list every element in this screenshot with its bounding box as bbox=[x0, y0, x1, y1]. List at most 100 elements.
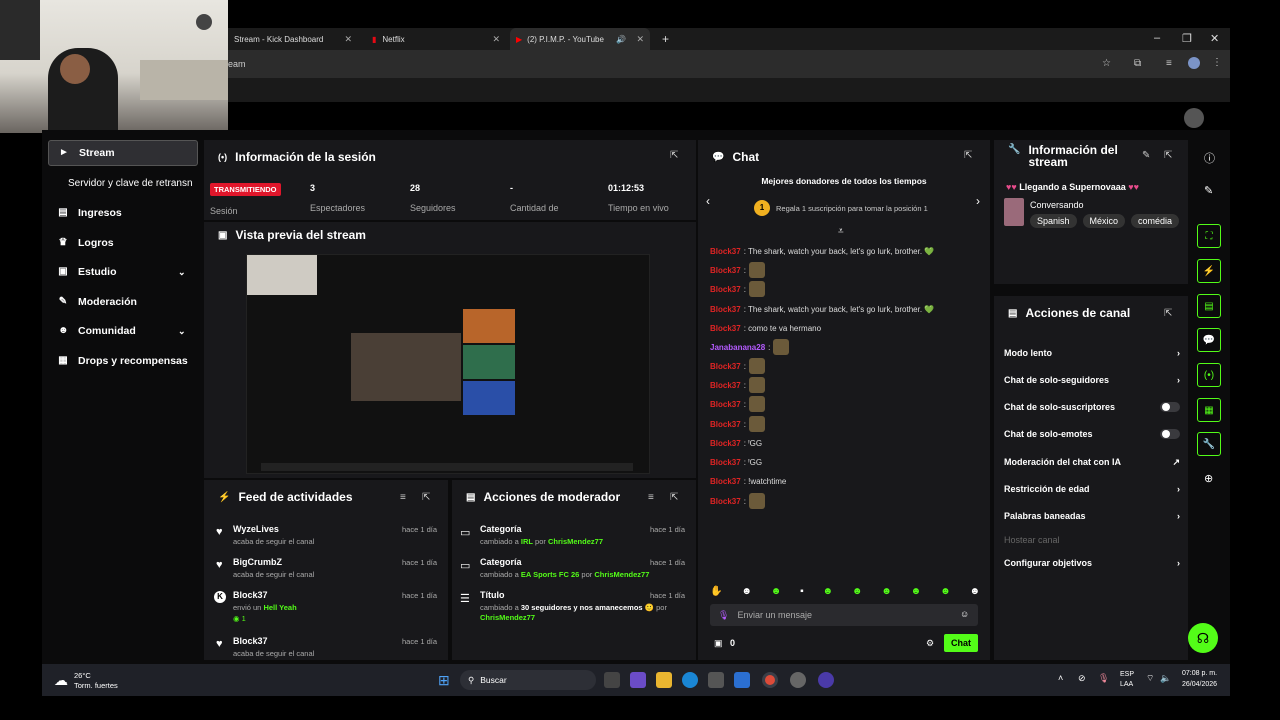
chat-username[interactable]: Janabanana28 bbox=[710, 343, 765, 352]
emote-icon[interactable]: ☻ bbox=[823, 586, 834, 600]
info-icon[interactable]: ⓘ bbox=[1204, 150, 1215, 166]
stream-preview-video[interactable] bbox=[246, 254, 650, 474]
popout-icon[interactable]: ⇱ bbox=[422, 492, 430, 503]
close-icon[interactable]: ✕ bbox=[636, 34, 644, 45]
app-icon[interactable] bbox=[818, 672, 834, 688]
chat-username[interactable]: Block37 bbox=[710, 381, 741, 390]
chat-username[interactable]: Block37 bbox=[710, 324, 741, 333]
task-view-icon[interactable] bbox=[604, 672, 620, 688]
keyboard-layout[interactable]: LAA bbox=[1120, 681, 1133, 688]
action-slow-mode[interactable]: Modo lento › bbox=[1004, 346, 1180, 360]
category-name[interactable]: Conversando bbox=[1030, 200, 1084, 210]
sidebar-item-ingresos[interactable]: ▤ Ingresos bbox=[48, 200, 198, 226]
chat-username[interactable]: Block37 bbox=[710, 266, 741, 275]
mod-item-by[interactable]: ChrisMendez77 bbox=[594, 570, 649, 579]
bookmark-star-icon[interactable]: ☆ bbox=[1102, 58, 1111, 69]
chevron-up-icon[interactable]: ˄ bbox=[1058, 673, 1063, 683]
chrome-icon[interactable] bbox=[762, 672, 778, 688]
sidebar-item-stream[interactable]: ► Stream bbox=[48, 140, 198, 166]
speaker-icon[interactable]: 🔊 bbox=[616, 35, 626, 44]
edit-pencil-icon[interactable]: ✎ bbox=[1204, 184, 1213, 197]
chat-input[interactable]: 🎙 Enviar un mensaje ☺ bbox=[710, 604, 978, 626]
emote-icon[interactable]: ☻ bbox=[741, 586, 752, 600]
mic-icon[interactable]: 🎙 bbox=[718, 610, 729, 621]
address-bar[interactable]: eam ☆ ⧉ ≡ ⋮ bbox=[228, 50, 1230, 78]
rail-broadcast-button[interactable]: (•) bbox=[1197, 363, 1221, 387]
action-configure-goals[interactable]: Configurar objetivos › bbox=[1004, 556, 1180, 570]
file-explorer-icon[interactable] bbox=[656, 672, 672, 688]
filter-icon[interactable]: ≡ bbox=[400, 492, 406, 503]
sidebar-item-logros[interactable]: ♛ Logros bbox=[48, 230, 198, 256]
popout-icon[interactable]: ⇱ bbox=[1164, 308, 1172, 319]
popout-icon[interactable]: ⇱ bbox=[670, 492, 678, 503]
subscribers-only-toggle[interactable] bbox=[1160, 402, 1180, 412]
extensions-icon[interactable]: ⧉ bbox=[1134, 58, 1141, 69]
chat-username[interactable]: Block37 bbox=[710, 420, 741, 429]
windows-start-icon[interactable]: ⊞ bbox=[438, 672, 450, 689]
feed-item-name[interactable]: BigCrumbZ bbox=[233, 557, 282, 567]
copilot-icon[interactable] bbox=[630, 672, 646, 688]
sidebar-item-comunidad[interactable]: ☻ Comunidad ⌄ bbox=[48, 318, 198, 344]
sidebar-item-drops[interactable]: ▦ Drops y recompensas bbox=[48, 348, 198, 374]
close-icon[interactable]: ✕ bbox=[344, 34, 352, 45]
headset-support-icon[interactable]: ☊ bbox=[1188, 623, 1218, 653]
tag[interactable]: Spanish bbox=[1030, 214, 1077, 228]
action-followers-only[interactable]: Chat de solo-seguidores › bbox=[1004, 373, 1180, 387]
sidebar-item-server-key[interactable]: Servidor y clave de retransn bbox=[58, 170, 208, 196]
network-off-icon[interactable]: ⊘ bbox=[1078, 673, 1086, 684]
edge-icon[interactable] bbox=[682, 672, 698, 688]
rail-grid-button[interactable]: ▦ bbox=[1197, 398, 1221, 422]
window-close-icon[interactable]: ✕ bbox=[1210, 32, 1219, 45]
profile-avatar[interactable] bbox=[1188, 57, 1200, 69]
action-ai-moderation[interactable]: Moderación del chat con IA ↗ bbox=[1004, 455, 1180, 469]
rail-wrench-button[interactable]: 🔧 bbox=[1197, 432, 1221, 456]
mod-item-by[interactable]: ChrisMendez77 bbox=[480, 613, 535, 622]
emote-icon[interactable]: ☻ bbox=[852, 586, 863, 600]
add-widget-icon[interactable]: ⊕ bbox=[1204, 472, 1213, 485]
filter-icon[interactable]: ≡ bbox=[648, 492, 654, 503]
chat-username[interactable]: Block37 bbox=[710, 439, 741, 448]
obs-icon[interactable] bbox=[790, 672, 806, 688]
chat-username[interactable]: Block37 bbox=[710, 497, 741, 506]
new-tab-button[interactable]: + bbox=[656, 28, 676, 50]
chat-username[interactable]: Block37 bbox=[710, 285, 741, 294]
rail-doc-button[interactable]: ▤ bbox=[1197, 294, 1221, 318]
mic-tray-icon[interactable]: 🎙 bbox=[1098, 673, 1109, 684]
tab-netflix[interactable]: ▮ Netflix ✕ bbox=[366, 28, 506, 50]
settings-gear-icon[interactable]: ⚙ bbox=[926, 638, 934, 649]
rail-stream-button[interactable]: ⛶ bbox=[1197, 224, 1221, 248]
tag[interactable]: comédia bbox=[1131, 214, 1180, 228]
taskbar-search[interactable]: ⚲ Buscar bbox=[460, 670, 596, 690]
clock-date[interactable]: 26/04/2026 bbox=[1182, 681, 1217, 688]
popout-icon[interactable]: ⇱ bbox=[670, 150, 678, 161]
chat-username[interactable]: Block37 bbox=[710, 400, 741, 409]
restore-icon[interactable]: ❐ bbox=[1182, 32, 1192, 45]
emotes-only-toggle[interactable] bbox=[1160, 429, 1180, 439]
clock-time[interactable]: 07:08 p. m. bbox=[1182, 670, 1217, 677]
emote-icon[interactable]: ☻ bbox=[969, 586, 980, 600]
chat-send-button[interactable]: Chat bbox=[944, 634, 978, 652]
tag[interactable]: México bbox=[1082, 214, 1126, 228]
emote-icon[interactable]: ☻ bbox=[940, 586, 951, 600]
chevron-right-icon[interactable]: › bbox=[976, 194, 980, 208]
rail-chat-button[interactable]: 💬 bbox=[1197, 328, 1221, 352]
sidebar-item-moderacion[interactable]: ✎ Moderación bbox=[48, 289, 198, 315]
chat-username[interactable]: Block37 bbox=[710, 458, 741, 467]
emote-icon[interactable]: ▪ bbox=[800, 586, 804, 600]
chat-username[interactable]: Block37 bbox=[710, 362, 741, 371]
close-icon[interactable]: ✕ bbox=[492, 34, 500, 45]
action-age-restriction[interactable]: Restricción de edad › bbox=[1004, 482, 1180, 496]
menu-dots-icon[interactable]: ⋮ bbox=[1212, 57, 1222, 68]
chat-username[interactable]: Block37 bbox=[710, 247, 741, 256]
feed-item-name[interactable]: WyzeLives bbox=[233, 524, 279, 534]
emote-icon[interactable]: ☻ bbox=[771, 586, 782, 600]
store-icon[interactable] bbox=[708, 672, 724, 688]
user-avatar[interactable] bbox=[1184, 108, 1204, 128]
pin-down-icon[interactable]: ⩡ bbox=[838, 226, 844, 237]
action-banned-words[interactable]: Palabras baneadas › bbox=[1004, 509, 1180, 523]
mod-item-by[interactable]: ChrisMendez77 bbox=[548, 537, 603, 546]
feed-item-name[interactable]: Block37 bbox=[233, 636, 268, 646]
edit-pencil-icon[interactable]: ✎ bbox=[1142, 150, 1150, 161]
sidebar-item-estudio[interactable]: ▣ Estudio ⌄ bbox=[48, 259, 198, 285]
media-control-icon[interactable]: ≡ bbox=[1166, 58, 1172, 69]
